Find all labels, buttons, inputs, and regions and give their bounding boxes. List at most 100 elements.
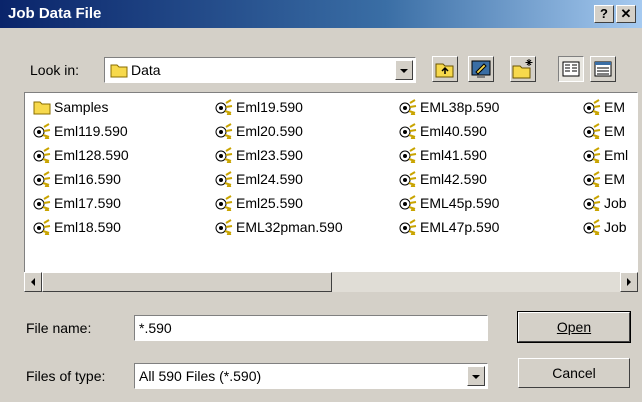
file-icon	[215, 195, 233, 211]
desktop-icon	[471, 60, 491, 78]
file-item[interactable]: EML45p.590	[399, 193, 499, 213]
file-icon	[215, 219, 233, 235]
file-name-input[interactable]: *.590	[134, 315, 488, 341]
file-name: EML45p.590	[420, 195, 500, 211]
desktop-button[interactable]	[468, 56, 494, 82]
file-name: Job	[604, 219, 627, 235]
file-item[interactable]: Eml40.590	[399, 121, 487, 141]
file-icon	[583, 147, 601, 163]
file-name: Eml17.590	[54, 195, 121, 211]
file-name: Eml23.590	[236, 147, 303, 163]
new-folder-icon	[512, 59, 533, 79]
file-icon	[399, 123, 417, 139]
file-name: Eml40.590	[420, 123, 487, 139]
file-name: Eml42.590	[420, 171, 487, 187]
file-item[interactable]: EML32pman.590	[215, 217, 343, 237]
files-of-type-dropdown-button[interactable]	[467, 366, 485, 386]
file-icon	[399, 219, 417, 235]
file-name: EM	[604, 123, 625, 139]
window-title: Job Data File	[8, 5, 102, 22]
file-item[interactable]: EM	[583, 121, 625, 141]
file-name: Eml20.590	[236, 123, 303, 139]
up-folder-button[interactable]	[432, 56, 458, 82]
file-name: Eml19.590	[236, 99, 303, 115]
file-icon	[33, 147, 51, 163]
file-icon	[215, 171, 233, 187]
file-name: EM	[604, 171, 625, 187]
file-name: EML38p.590	[420, 99, 500, 115]
file-item[interactable]: Eml19.590	[215, 97, 303, 117]
file-item[interactable]: Eml18.590	[33, 217, 121, 237]
file-item[interactable]: Eml16.590	[33, 169, 121, 189]
list-view-button[interactable]	[558, 56, 584, 82]
file-icon	[583, 219, 601, 235]
file-icon	[399, 99, 417, 115]
file-name: EM	[604, 99, 625, 115]
files-of-type-label: Files of type:	[26, 368, 106, 384]
open-button[interactable]: Open	[517, 311, 631, 343]
file-icon	[583, 123, 601, 139]
file-icon	[215, 123, 233, 139]
file-item[interactable]: Eml24.590	[215, 169, 303, 189]
file-item[interactable]: Eml128.590	[33, 145, 129, 165]
file-name: Eml25.590	[236, 195, 303, 211]
file-item[interactable]: Eml41.590	[399, 145, 487, 165]
file-name: EML47p.590	[420, 219, 500, 235]
file-icon	[399, 147, 417, 163]
file-icon	[583, 99, 601, 115]
file-name: Eml41.590	[420, 147, 487, 163]
folder-icon	[33, 101, 51, 115]
file-icon	[215, 99, 233, 115]
file-item[interactable]: EML47p.590	[399, 217, 499, 237]
file-list[interactable]: Samples Eml119.590 Eml128.590 Eml16.590 Eml1…	[24, 92, 638, 292]
close-button[interactable]: ✕	[616, 5, 636, 23]
file-item[interactable]: Eml119.590	[33, 121, 128, 141]
file-item[interactable]: EML38p.590	[399, 97, 499, 117]
scroll-left-button[interactable]	[24, 272, 42, 292]
folder-item[interactable]: Samples	[33, 97, 108, 117]
file-icon	[33, 195, 51, 211]
title-bar: Job Data File ? ✕	[0, 0, 642, 28]
file-name-value: *.590	[139, 320, 172, 336]
file-item[interactable]: Eml17.590	[33, 193, 121, 213]
file-name-label: File name:	[26, 320, 92, 336]
file-item[interactable]: Eml42.590	[399, 169, 487, 189]
file-item[interactable]: Eml25.590	[215, 193, 303, 213]
file-icon	[33, 123, 51, 139]
file-name: Eml119.590	[54, 123, 128, 139]
scroll-right-button[interactable]	[620, 272, 638, 292]
file-name: Eml24.590	[236, 171, 303, 187]
up-folder-icon	[435, 63, 454, 78]
look-in-value: Data	[131, 62, 161, 78]
folder-icon	[110, 64, 128, 78]
help-button[interactable]: ?	[594, 5, 614, 23]
arrow-left-icon	[31, 278, 35, 286]
file-item[interactable]: Eml23.590	[215, 145, 303, 165]
file-item[interactable]: Eml20.590	[215, 121, 303, 141]
list-view-icon	[562, 61, 580, 77]
look-in-combo[interactable]: Data	[104, 57, 416, 83]
files-of-type-value: All 590 Files (*.590)	[139, 368, 262, 384]
file-icon	[583, 195, 601, 211]
details-view-button[interactable]	[590, 56, 616, 82]
scroll-thumb[interactable]	[42, 272, 332, 292]
file-name: EML32pman.590	[236, 219, 343, 235]
horizontal-scrollbar[interactable]	[24, 272, 638, 292]
file-item[interactable]: Job	[583, 193, 627, 213]
file-icon	[399, 195, 417, 211]
file-item[interactable]: Job	[583, 217, 627, 237]
file-icon	[215, 147, 233, 163]
file-item[interactable]: EM	[583, 169, 625, 189]
file-name: Samples	[54, 99, 109, 115]
files-of-type-combo[interactable]: All 590 Files (*.590)	[134, 363, 488, 389]
new-folder-button[interactable]	[510, 56, 536, 82]
cancel-button[interactable]: Cancel	[518, 358, 630, 388]
file-item[interactable]: EM	[583, 97, 625, 117]
details-view-icon	[594, 61, 612, 77]
look-in-dropdown-button[interactable]	[395, 60, 413, 80]
file-name: Eml16.590	[54, 171, 121, 187]
file-icon	[33, 219, 51, 235]
file-item[interactable]: Eml	[583, 145, 628, 165]
look-in-label: Look in:	[30, 62, 80, 78]
arrow-right-icon	[627, 278, 631, 286]
